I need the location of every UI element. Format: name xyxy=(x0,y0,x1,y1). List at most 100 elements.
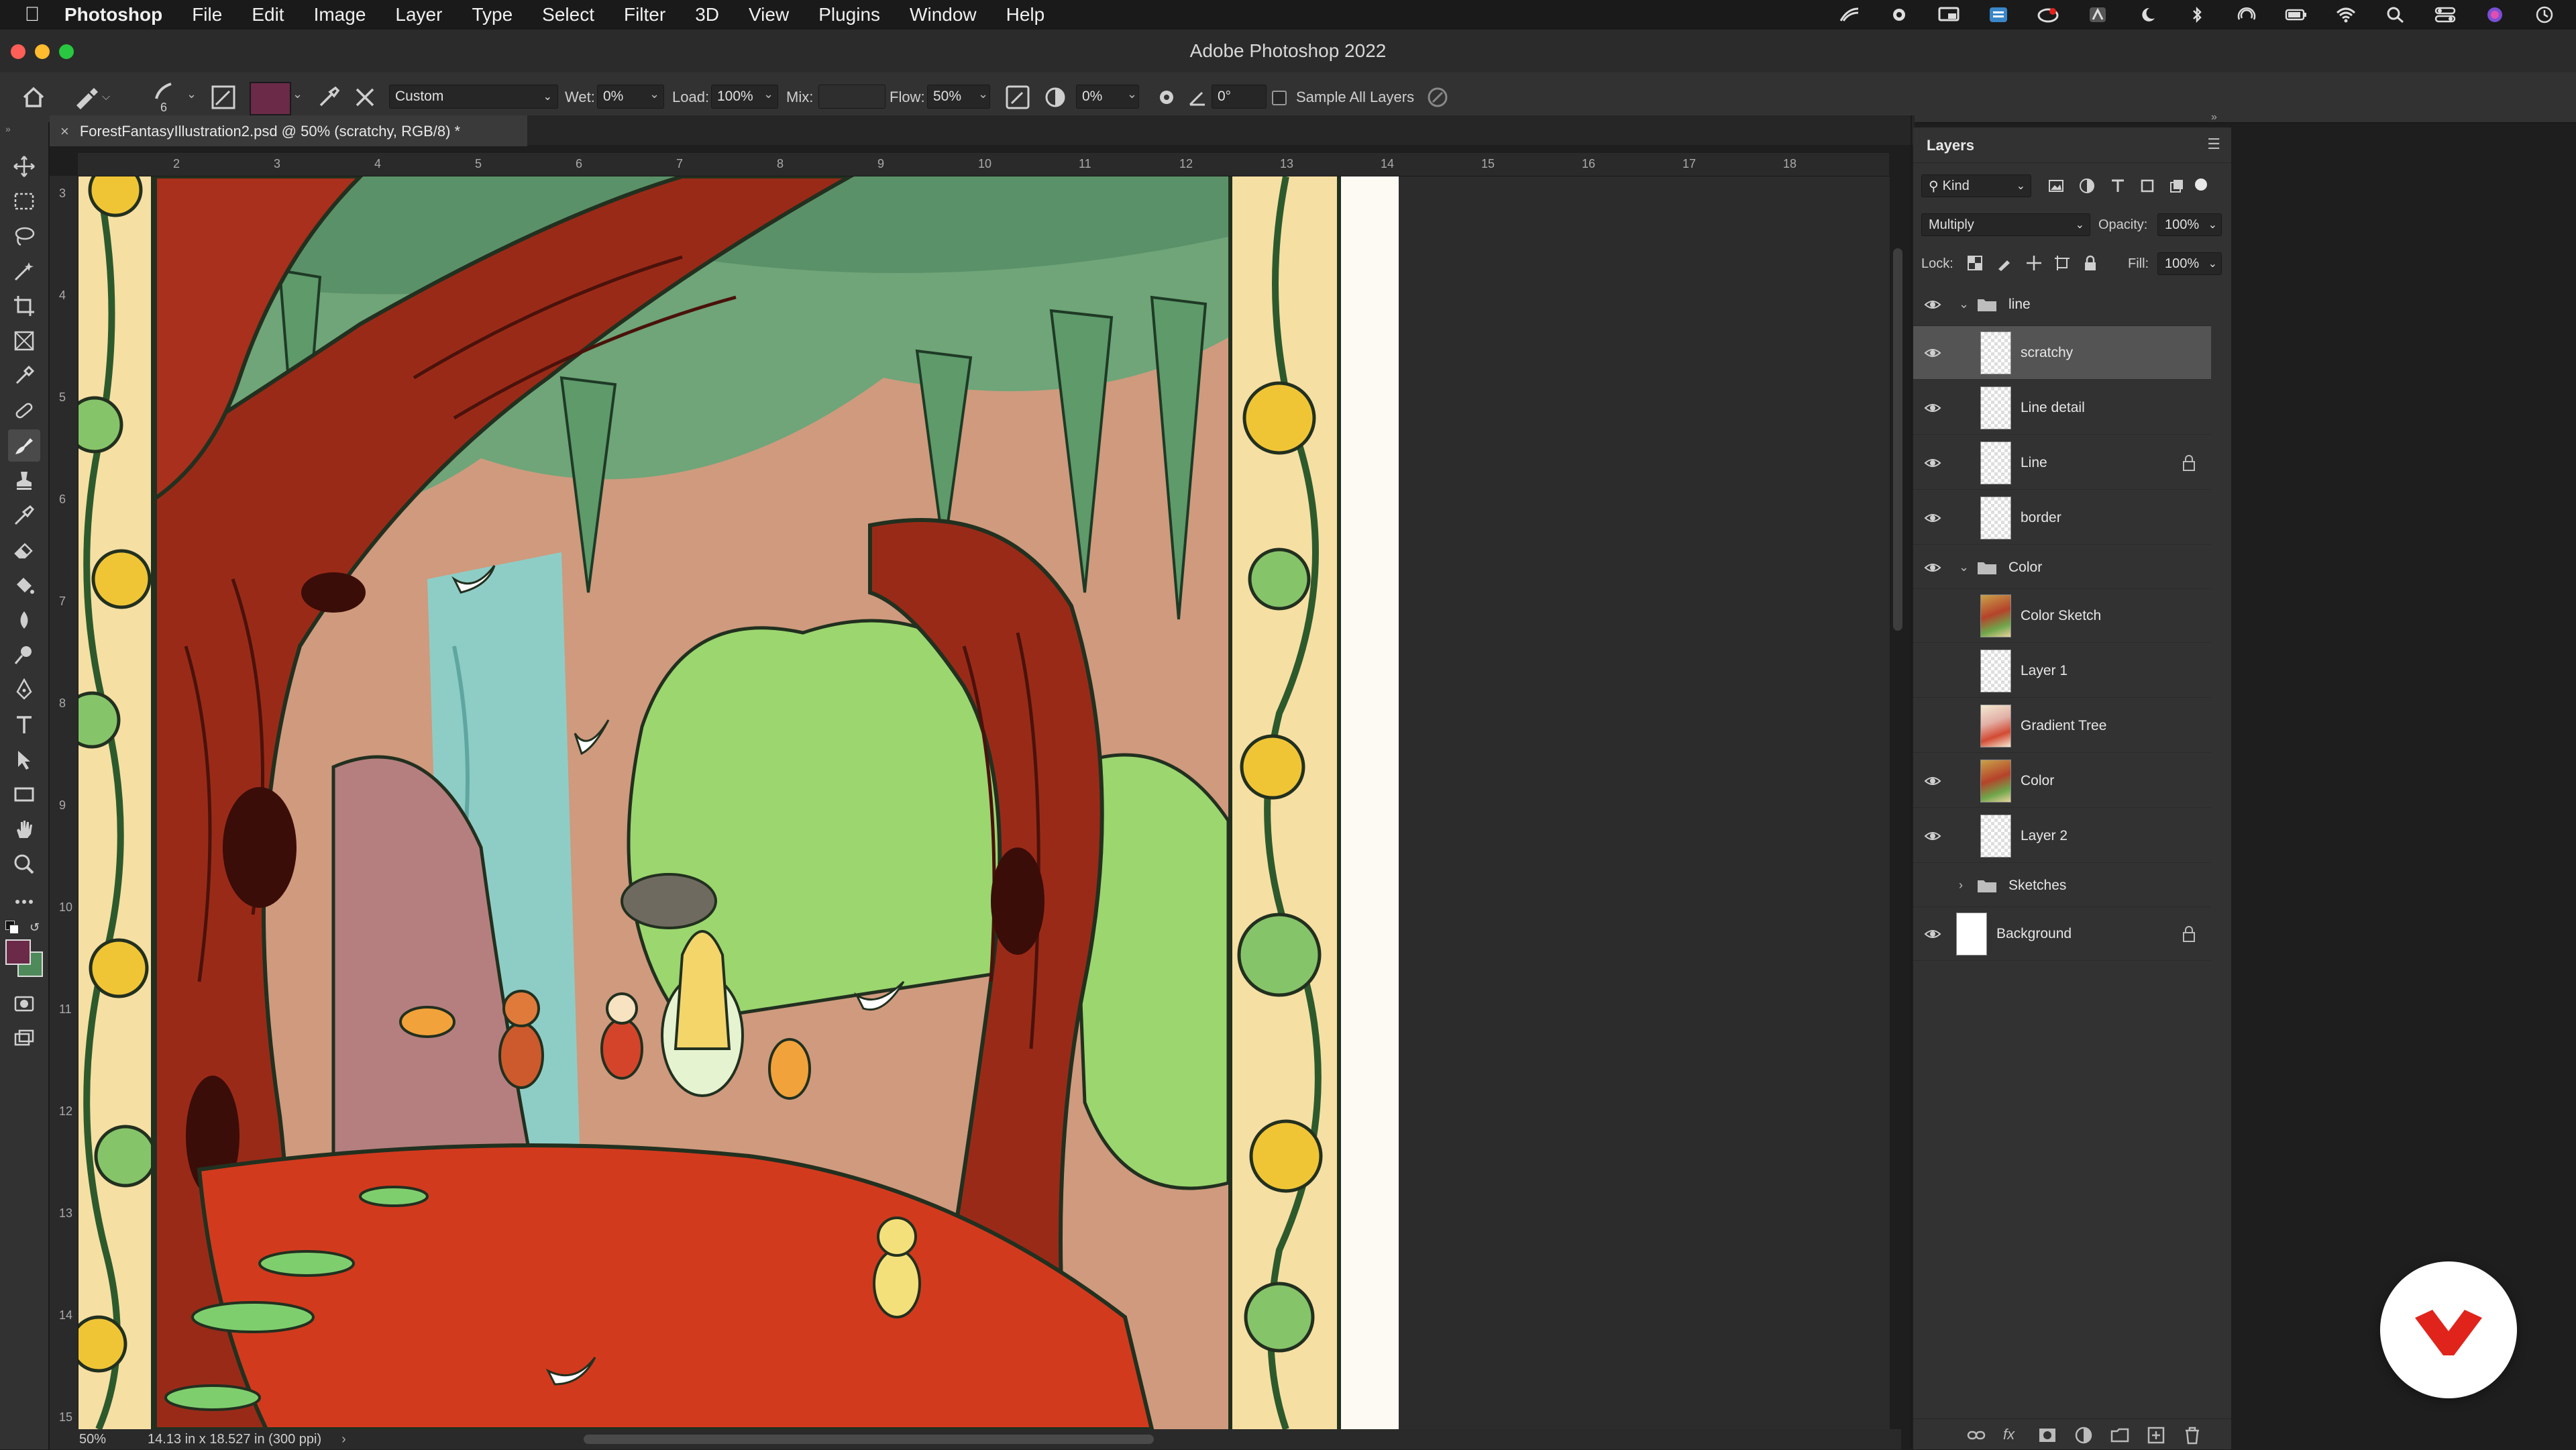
smoothing-icon[interactable] xyxy=(1044,72,1067,122)
blend-mode-select[interactable]: Multiply ⌄ xyxy=(1921,213,2090,236)
crop-tool-icon[interactable] xyxy=(8,290,40,322)
chevron-down-icon[interactable]: ⌄ xyxy=(978,87,988,101)
new-layer-icon[interactable] xyxy=(2147,1426,2165,1445)
new-group-icon[interactable] xyxy=(2110,1426,2129,1445)
horizontal-scrollbar[interactable] xyxy=(584,1435,1154,1444)
menu-view[interactable]: View xyxy=(749,4,789,25)
airbrush-icon[interactable] xyxy=(1005,72,1030,122)
app-blue-icon[interactable] xyxy=(1987,6,2010,23)
adobe-icon[interactable] xyxy=(2086,6,2109,23)
eye-icon[interactable] xyxy=(1923,924,1943,944)
add-mask-icon[interactable] xyxy=(2038,1426,2057,1445)
layer-row[interactable]: Gradient Tree xyxy=(1913,699,2211,753)
chevron-down-icon[interactable]: ⌄ xyxy=(763,87,773,101)
menu-select[interactable]: Select xyxy=(542,4,594,25)
layer-row[interactable]: Layer 1 xyxy=(1913,644,2211,698)
airdrop-icon[interactable] xyxy=(2235,6,2258,23)
eraser-tool-icon[interactable] xyxy=(8,534,40,566)
lasso-tool-icon[interactable] xyxy=(8,220,40,252)
adjustment-layer-filter-icon[interactable] xyxy=(2078,177,2096,198)
pixel-layer-filter-icon[interactable] xyxy=(2047,177,2065,198)
zoom-level[interactable]: 50% xyxy=(79,1432,106,1447)
smoothing-options-gear-icon[interactable] xyxy=(1155,72,1178,122)
bluetooth-icon[interactable] xyxy=(2186,6,2208,23)
history-brush-tool-icon[interactable] xyxy=(8,499,40,531)
creative-cloud-icon[interactable] xyxy=(2037,6,2059,23)
type-layer-filter-icon[interactable] xyxy=(2109,177,2127,198)
angle-input[interactable]: 0° xyxy=(1212,85,1267,109)
layer-row[interactable]: border xyxy=(1913,491,2211,545)
path-selection-tool-icon[interactable] xyxy=(8,743,40,776)
menu-plugins[interactable]: Plugins xyxy=(818,4,880,25)
frame-tool-icon[interactable] xyxy=(8,325,40,357)
eyedropper-tool-icon[interactable] xyxy=(8,360,40,392)
clone-stamp-tool-icon[interactable] xyxy=(8,464,40,497)
eye-icon[interactable] xyxy=(1923,771,1943,791)
layer-row[interactable]: Color Sketch xyxy=(1913,589,2211,643)
rectangle-tool-icon[interactable] xyxy=(8,778,40,811)
swap-colors-icon[interactable]: ↺ xyxy=(30,921,40,935)
tool-preset-picker[interactable]: ⌵ xyxy=(72,72,110,122)
marquee-tool-icon[interactable] xyxy=(8,185,40,217)
eye-icon[interactable] xyxy=(1923,398,1943,418)
siri-icon[interactable] xyxy=(2483,6,2506,23)
spotlight-search-icon[interactable] xyxy=(2384,6,2407,23)
layer-thumbnail[interactable] xyxy=(1980,594,2011,637)
type-tool-icon[interactable] xyxy=(8,709,40,741)
document-info[interactable]: 14.13 in x 18.527 in (300 ppi) xyxy=(148,1432,321,1447)
pen-tool-icon[interactable] xyxy=(8,674,40,706)
battery-icon[interactable] xyxy=(2285,6,2308,23)
layer-thumbnail[interactable] xyxy=(1980,815,2011,858)
layer-filter-kind-select[interactable]: ⚲ Kind ⌄ xyxy=(1921,174,2031,197)
layer-group-row[interactable]: ⌄ line xyxy=(1913,283,2211,326)
home-icon[interactable] xyxy=(20,72,47,122)
layer-row[interactable]: Layer 2 xyxy=(1913,809,2211,863)
blend-preset-select[interactable]: Custom ⌄ xyxy=(389,85,558,109)
visibility-toggle[interactable] xyxy=(1923,661,1943,681)
canvas[interactable] xyxy=(78,176,1399,1429)
quick-mask-icon[interactable] xyxy=(8,988,40,1020)
chevron-right-icon[interactable]: › xyxy=(1959,878,1963,892)
layer-thumbnail[interactable] xyxy=(1956,913,1987,955)
layer-group-row[interactable]: ⌄ Color xyxy=(1913,546,2211,589)
stylus-icon[interactable] xyxy=(1838,6,1861,23)
menu-file[interactable]: File xyxy=(192,4,222,25)
zoom-tool-icon[interactable] xyxy=(8,848,40,880)
lock-transparent-pixels-icon[interactable] xyxy=(1967,255,1983,274)
mixer-brush-tool-icon[interactable] xyxy=(8,429,40,462)
layer-group-row[interactable]: › Sketches xyxy=(1913,864,2211,907)
load-brush-icon[interactable] xyxy=(317,72,341,122)
vertical-scrollbar[interactable] xyxy=(1893,248,1902,631)
layer-row[interactable]: Color xyxy=(1913,754,2211,808)
chevron-down-icon[interactable]: ⌄ xyxy=(1959,560,1969,574)
vertical-ruler[interactable]: 3 4 5 6 7 8 9 10 11 12 13 14 15 xyxy=(50,176,78,1429)
app-menu[interactable]: Photoshop xyxy=(64,4,162,25)
move-tool-icon[interactable] xyxy=(8,150,40,183)
layer-row[interactable]: Line detail xyxy=(1913,381,2211,435)
clean-brush-icon[interactable] xyxy=(353,72,377,122)
foreground-color-swatch[interactable] xyxy=(5,939,31,965)
chevron-down-icon[interactable]: ⌄ xyxy=(292,87,303,101)
clock-icon[interactable] xyxy=(2533,6,2556,23)
layer-thumbnail[interactable] xyxy=(1980,442,2011,484)
menu-filter[interactable]: Filter xyxy=(624,4,665,25)
visibility-toggle[interactable] xyxy=(1923,716,1943,736)
lock-all-icon[interactable] xyxy=(2082,255,2098,274)
layer-row[interactable]: Background xyxy=(1913,907,2211,961)
layer-row[interactable]: scratchy xyxy=(1913,326,2211,380)
horizontal-ruler[interactable]: 2 3 4 5 6 7 8 9 10 11 12 13 14 15 16 17 18 xyxy=(78,153,1889,176)
apple-menu-icon[interactable]:  xyxy=(0,3,64,26)
pressure-size-icon[interactable] xyxy=(1426,72,1449,122)
visibility-toggle[interactable] xyxy=(1923,876,1943,896)
filter-toggle-icon[interactable] xyxy=(2195,178,2207,191)
chevron-down-icon[interactable]: ⌄ xyxy=(186,87,197,101)
close-tab-icon[interactable]: × xyxy=(60,123,69,140)
screen-mode-icon[interactable] xyxy=(8,1023,40,1055)
status-menu-chevron-icon[interactable]: › xyxy=(341,1432,346,1447)
chevron-down-icon[interactable]: ⌄ xyxy=(649,87,659,101)
link-layers-icon[interactable] xyxy=(1967,1426,1986,1445)
control-center-icon[interactable] xyxy=(2434,6,2457,23)
eye-icon[interactable] xyxy=(1923,508,1943,528)
visibility-toggle[interactable] xyxy=(1923,606,1943,626)
wifi-icon[interactable] xyxy=(2334,6,2357,23)
